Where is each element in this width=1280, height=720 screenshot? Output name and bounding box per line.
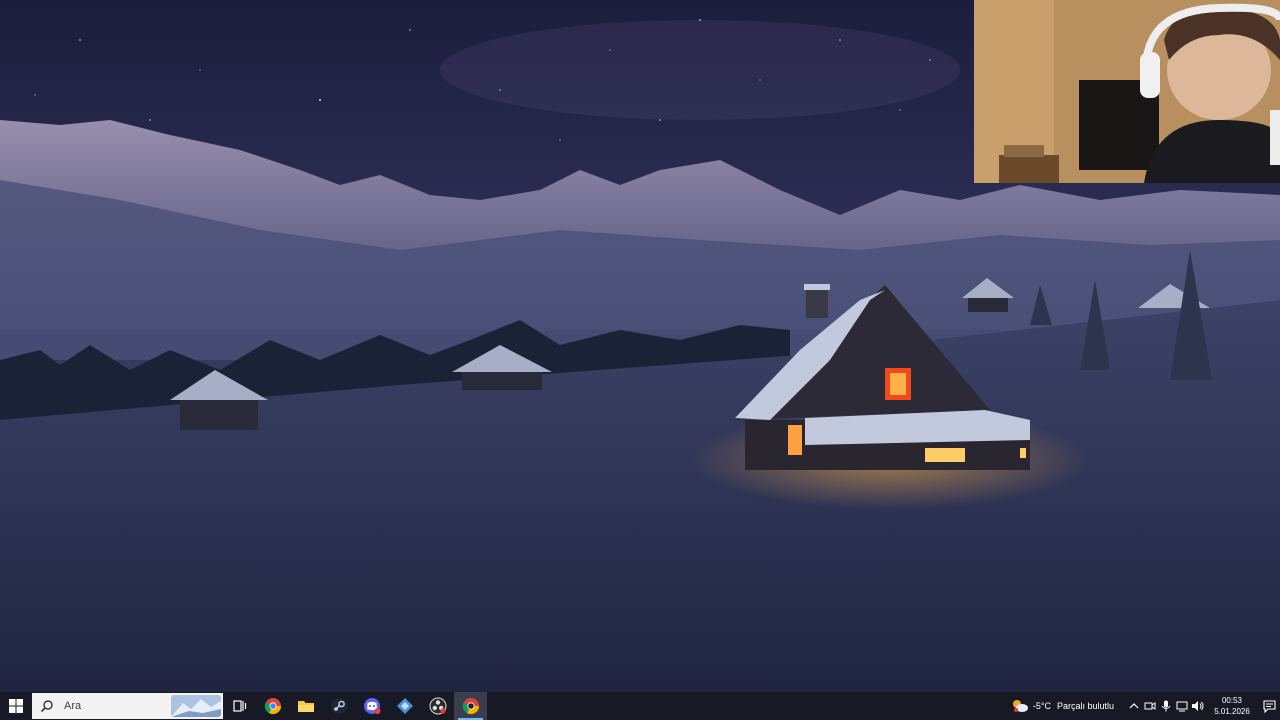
- tray-volume[interactable]: [1190, 692, 1206, 720]
- weather-temperature: -5°C: [1032, 701, 1051, 711]
- search-icon: [40, 700, 53, 713]
- tray-network[interactable]: [1174, 692, 1190, 720]
- network-icon: [1176, 701, 1188, 712]
- taskbar-file-explorer[interactable]: [289, 692, 322, 720]
- action-center-button[interactable]: [1258, 692, 1280, 720]
- chevron-up-icon: [1129, 703, 1139, 709]
- steam-icon: [330, 698, 347, 714]
- microphone-icon: [1161, 700, 1171, 712]
- taskbar-clock[interactable]: 00:53 5.01.2026: [1210, 695, 1254, 717]
- taskbar-chrome[interactable]: [256, 692, 289, 720]
- taskbar-discord[interactable]: [355, 692, 388, 720]
- start-button[interactable]: [0, 692, 32, 720]
- file-explorer-icon: [297, 701, 314, 712]
- meet-now-icon: [1144, 702, 1156, 710]
- taskbar-steam[interactable]: [322, 692, 355, 720]
- weather-condition: Parçalı bulutlu: [1056, 701, 1114, 711]
- taskbar: Ara -5°C Parçalı bulutlu 00:53 5.01.2026: [0, 692, 1280, 720]
- weather-widget[interactable]: -5°C Parçalı bulutlu: [1011, 698, 1114, 714]
- notification-icon: [1262, 699, 1276, 713]
- desktop: [0, 0, 1280, 692]
- clock-date: 5.01.2026: [1214, 707, 1250, 716]
- clock-time: 00:53: [1221, 696, 1243, 705]
- app-icon: [396, 698, 413, 714]
- taskbar-app[interactable]: [388, 692, 421, 720]
- webcam-feed-image: [974, 0, 1280, 183]
- weather-icon: [1012, 700, 1028, 712]
- volume-icon: [1192, 701, 1204, 711]
- tray-microphone[interactable]: [1158, 692, 1174, 720]
- chrome-icon: [264, 698, 281, 715]
- show-hidden-icons-button[interactable]: [1126, 692, 1142, 720]
- task-view-button[interactable]: [223, 692, 256, 720]
- discord-icon: [363, 698, 380, 714]
- search-highlight-image: [171, 695, 221, 717]
- webcam-overlay: [974, 0, 1280, 183]
- system-tray: -5°C Parçalı bulutlu 00:53 5.01.2026: [1011, 692, 1280, 720]
- search-placeholder: Ara: [64, 700, 82, 712]
- windows-icon: [9, 699, 23, 713]
- taskbar-chrome-canary[interactable]: [454, 692, 487, 720]
- task-view-icon: [232, 700, 246, 712]
- search-input[interactable]: Ara: [32, 693, 223, 719]
- taskbar-obs[interactable]: [421, 692, 454, 720]
- tray-meet-now[interactable]: [1142, 692, 1158, 720]
- obs-icon: [429, 697, 446, 715]
- chrome-canary-icon: [462, 698, 479, 715]
